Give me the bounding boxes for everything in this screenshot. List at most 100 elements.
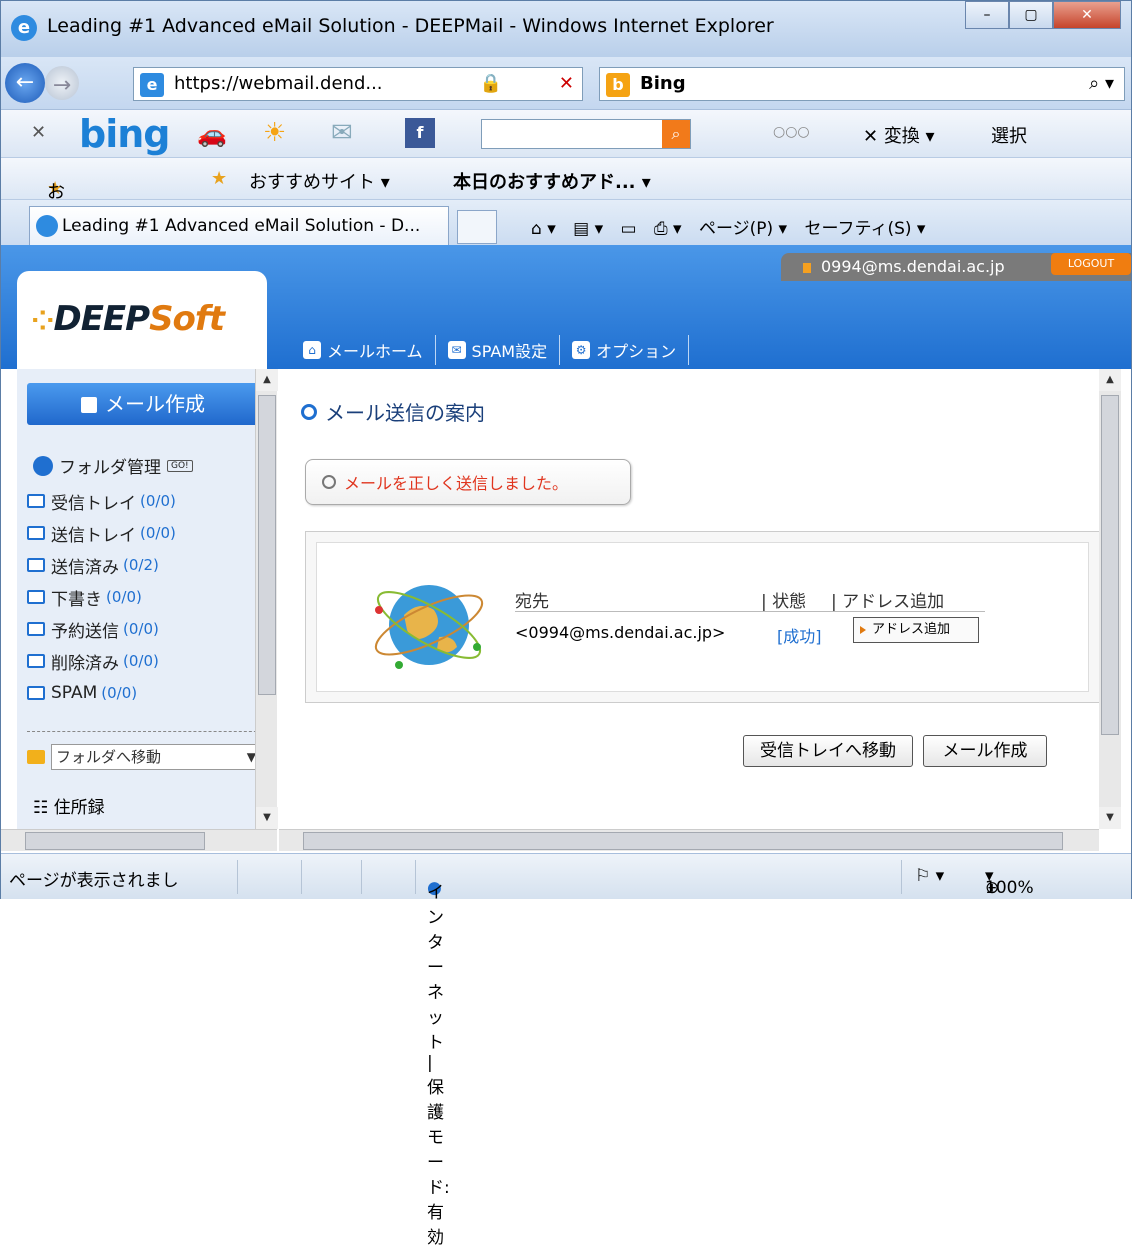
page-icon: e: [140, 73, 164, 97]
logout-button[interactable]: LOGOUT: [1051, 253, 1131, 275]
folder-mgmt-go-button[interactable]: GO!: [167, 459, 193, 472]
folder-count: (0/0): [140, 524, 176, 542]
folder-icon: [27, 526, 45, 540]
folder-scheduled[interactable]: 予約送信 (0/0): [27, 613, 267, 645]
logo-accent: Soft: [149, 299, 225, 339]
scroll-up-icon[interactable]: ▲: [256, 369, 278, 391]
address-field[interactable]: e https://webmail.dend... 🔒 ✕: [133, 67, 583, 101]
folder-icon: [27, 494, 45, 508]
folder-sent[interactable]: 送信済み (0/2): [27, 549, 267, 581]
close-button[interactable]: ✕: [1053, 1, 1121, 29]
home-icon[interactable]: ⌂ ▾: [531, 219, 556, 239]
status-divider: [415, 860, 416, 894]
maximize-button[interactable]: ▢: [1009, 1, 1053, 29]
zoom-control[interactable]: ⊕ 100% ▾: [985, 866, 1034, 898]
minimize-button[interactable]: –: [965, 1, 1009, 29]
add-favorite-icon[interactable]: ★: [211, 168, 227, 189]
page-menu[interactable]: ページ(P) ▾: [699, 219, 787, 239]
folder-icon: [27, 558, 45, 572]
folder-inbox[interactable]: 受信トレイ (0/0): [27, 485, 267, 517]
bing-search-input[interactable]: ⌕: [481, 119, 691, 149]
hscroll-thumb[interactable]: [25, 832, 205, 850]
back-button[interactable]: ←: [5, 63, 45, 103]
weather-icon[interactable]: ☀: [263, 118, 286, 148]
compose-label: メール作成: [105, 392, 205, 416]
mail-icon[interactable]: ✉: [331, 118, 353, 148]
go-to-inbox-button[interactable]: 受信トレイへ移動: [743, 735, 913, 767]
move-folder-row: フォルダへ移動 ▼: [27, 741, 265, 773]
compose-mail-button[interactable]: メール作成: [923, 735, 1047, 767]
sidebar-hscrollbar[interactable]: [1, 829, 277, 851]
scroll-down-icon[interactable]: ▼: [256, 807, 278, 829]
tab-active[interactable]: Leading #1 Advanced eMail Solution - D..…: [29, 206, 449, 246]
scroll-thumb[interactable]: [1101, 395, 1119, 735]
search-icon[interactable]: ⌕ ▾: [1089, 68, 1114, 100]
logo-main: DEEP: [53, 299, 150, 339]
folder-outbox[interactable]: 送信トレイ (0/0): [27, 517, 267, 549]
nav-options[interactable]: ⚙ オプション: [560, 335, 690, 365]
user-email: 0994@ms.dendai.ac.jp: [821, 257, 1005, 276]
address-book-link[interactable]: ☷ 住所録: [33, 793, 105, 818]
addon-gallery[interactable]: 本日のおすすめアド... ▾: [453, 168, 651, 194]
toolbar-close-icon[interactable]: ✕: [31, 122, 46, 143]
scroll-up-icon[interactable]: ▲: [1099, 369, 1121, 391]
page-title-text: メール送信の案内: [325, 401, 485, 425]
compose-button[interactable]: メール作成: [27, 383, 259, 425]
folder-count: (0/0): [106, 588, 142, 606]
security-icon[interactable]: ⚐ ▾: [915, 866, 944, 886]
notice-text: メールを正しく送信しました。: [344, 474, 569, 493]
add-address-button[interactable]: アドレス追加: [853, 617, 979, 643]
more-icon[interactable]: ○○○: [773, 124, 810, 140]
status-divider: [361, 860, 362, 894]
facebook-icon[interactable]: f: [405, 118, 435, 148]
folder-name: 送信済み: [51, 557, 119, 578]
feeds-icon[interactable]: ▤ ▾: [573, 219, 603, 239]
address-book-icon: ☷: [33, 798, 49, 818]
main-scrollbar[interactable]: ▲ ▼: [1099, 369, 1121, 829]
folder-name: 予約送信: [51, 621, 119, 642]
bing-icon: b: [606, 73, 630, 97]
folder-drafts[interactable]: 下書き (0/0): [27, 581, 267, 613]
scroll-thumb[interactable]: [258, 395, 276, 695]
folder-count: (0/0): [123, 620, 159, 638]
suggested-sites[interactable]: おすすめサイト ▾: [249, 168, 390, 194]
forward-button[interactable]: →: [45, 66, 79, 100]
deepsoft-logo[interactable]: ⁘DEEPSoft: [31, 299, 225, 339]
safety-menu[interactable]: セーフティ(S) ▾: [805, 219, 926, 239]
caption-buttons: – ▢ ✕: [965, 1, 1121, 29]
hscroll-thumb[interactable]: [303, 832, 1063, 850]
page-content: ⁘DEEPSoft 0994@ms.dendai.ac.jp LOGOUT ⌂ メ…: [1, 245, 1131, 853]
lock-icon[interactable]: 🔒: [480, 68, 502, 100]
move-folder-select[interactable]: フォルダへ移動 ▼: [51, 744, 261, 770]
browser-window: e Leading #1 Advanced eMail Solution - D…: [0, 0, 1132, 1248]
print-icon[interactable]: ⎙ ▾: [654, 219, 682, 239]
folder-tree-icon: [33, 455, 53, 476]
recipient-address: <0994@ms.dendai.ac.jp>: [515, 623, 726, 642]
nav-mail-home[interactable]: ⌂ メールホーム: [291, 335, 436, 365]
read-mail-icon[interactable]: ▭: [621, 219, 637, 239]
folder-spam[interactable]: SPAM (0/0): [27, 677, 267, 709]
translate-button[interactable]: ✕ 変換 ▾: [863, 122, 935, 148]
sidebar-scrollbar[interactable]: ▲ ▼: [255, 369, 278, 829]
car-icon[interactable]: 🚗: [197, 120, 227, 148]
bing-logo[interactable]: bing: [79, 112, 170, 156]
bing-search-go-icon[interactable]: ⌕: [662, 120, 690, 148]
folder-name: 削除済み: [51, 653, 119, 674]
move-folder-value: フォルダへ移動: [56, 748, 162, 766]
folder-deleted[interactable]: 削除済み (0/0): [27, 645, 267, 677]
new-tab-button[interactable]: [457, 210, 497, 244]
nav-spam-settings[interactable]: ✉ SPAM設定: [436, 335, 561, 365]
main-panel: メール送信の案内 メールを正しく送信しました。 宛先 | 状態 | アドレス追加…: [279, 369, 1100, 829]
zoom-level: 100%: [985, 878, 1034, 898]
search-box[interactable]: b Bing ⌕ ▾: [599, 67, 1125, 101]
status-text: ページが表示されまし: [9, 871, 179, 891]
folder-icon: [27, 654, 45, 668]
folder-name: 受信トレイ: [51, 493, 136, 514]
header-divider: [515, 611, 985, 612]
scroll-down-icon[interactable]: ▼: [1099, 807, 1121, 829]
select-button[interactable]: 選択: [991, 122, 1027, 148]
main-hscrollbar[interactable]: [279, 829, 1099, 851]
folder-count: (0/2): [123, 556, 159, 574]
status-bar: ページが表示されまし ● インターネット | 保護モード: 有効 ⚐ ▾ ⊕ 1…: [1, 853, 1131, 1248]
stop-icon[interactable]: ✕: [559, 68, 574, 100]
